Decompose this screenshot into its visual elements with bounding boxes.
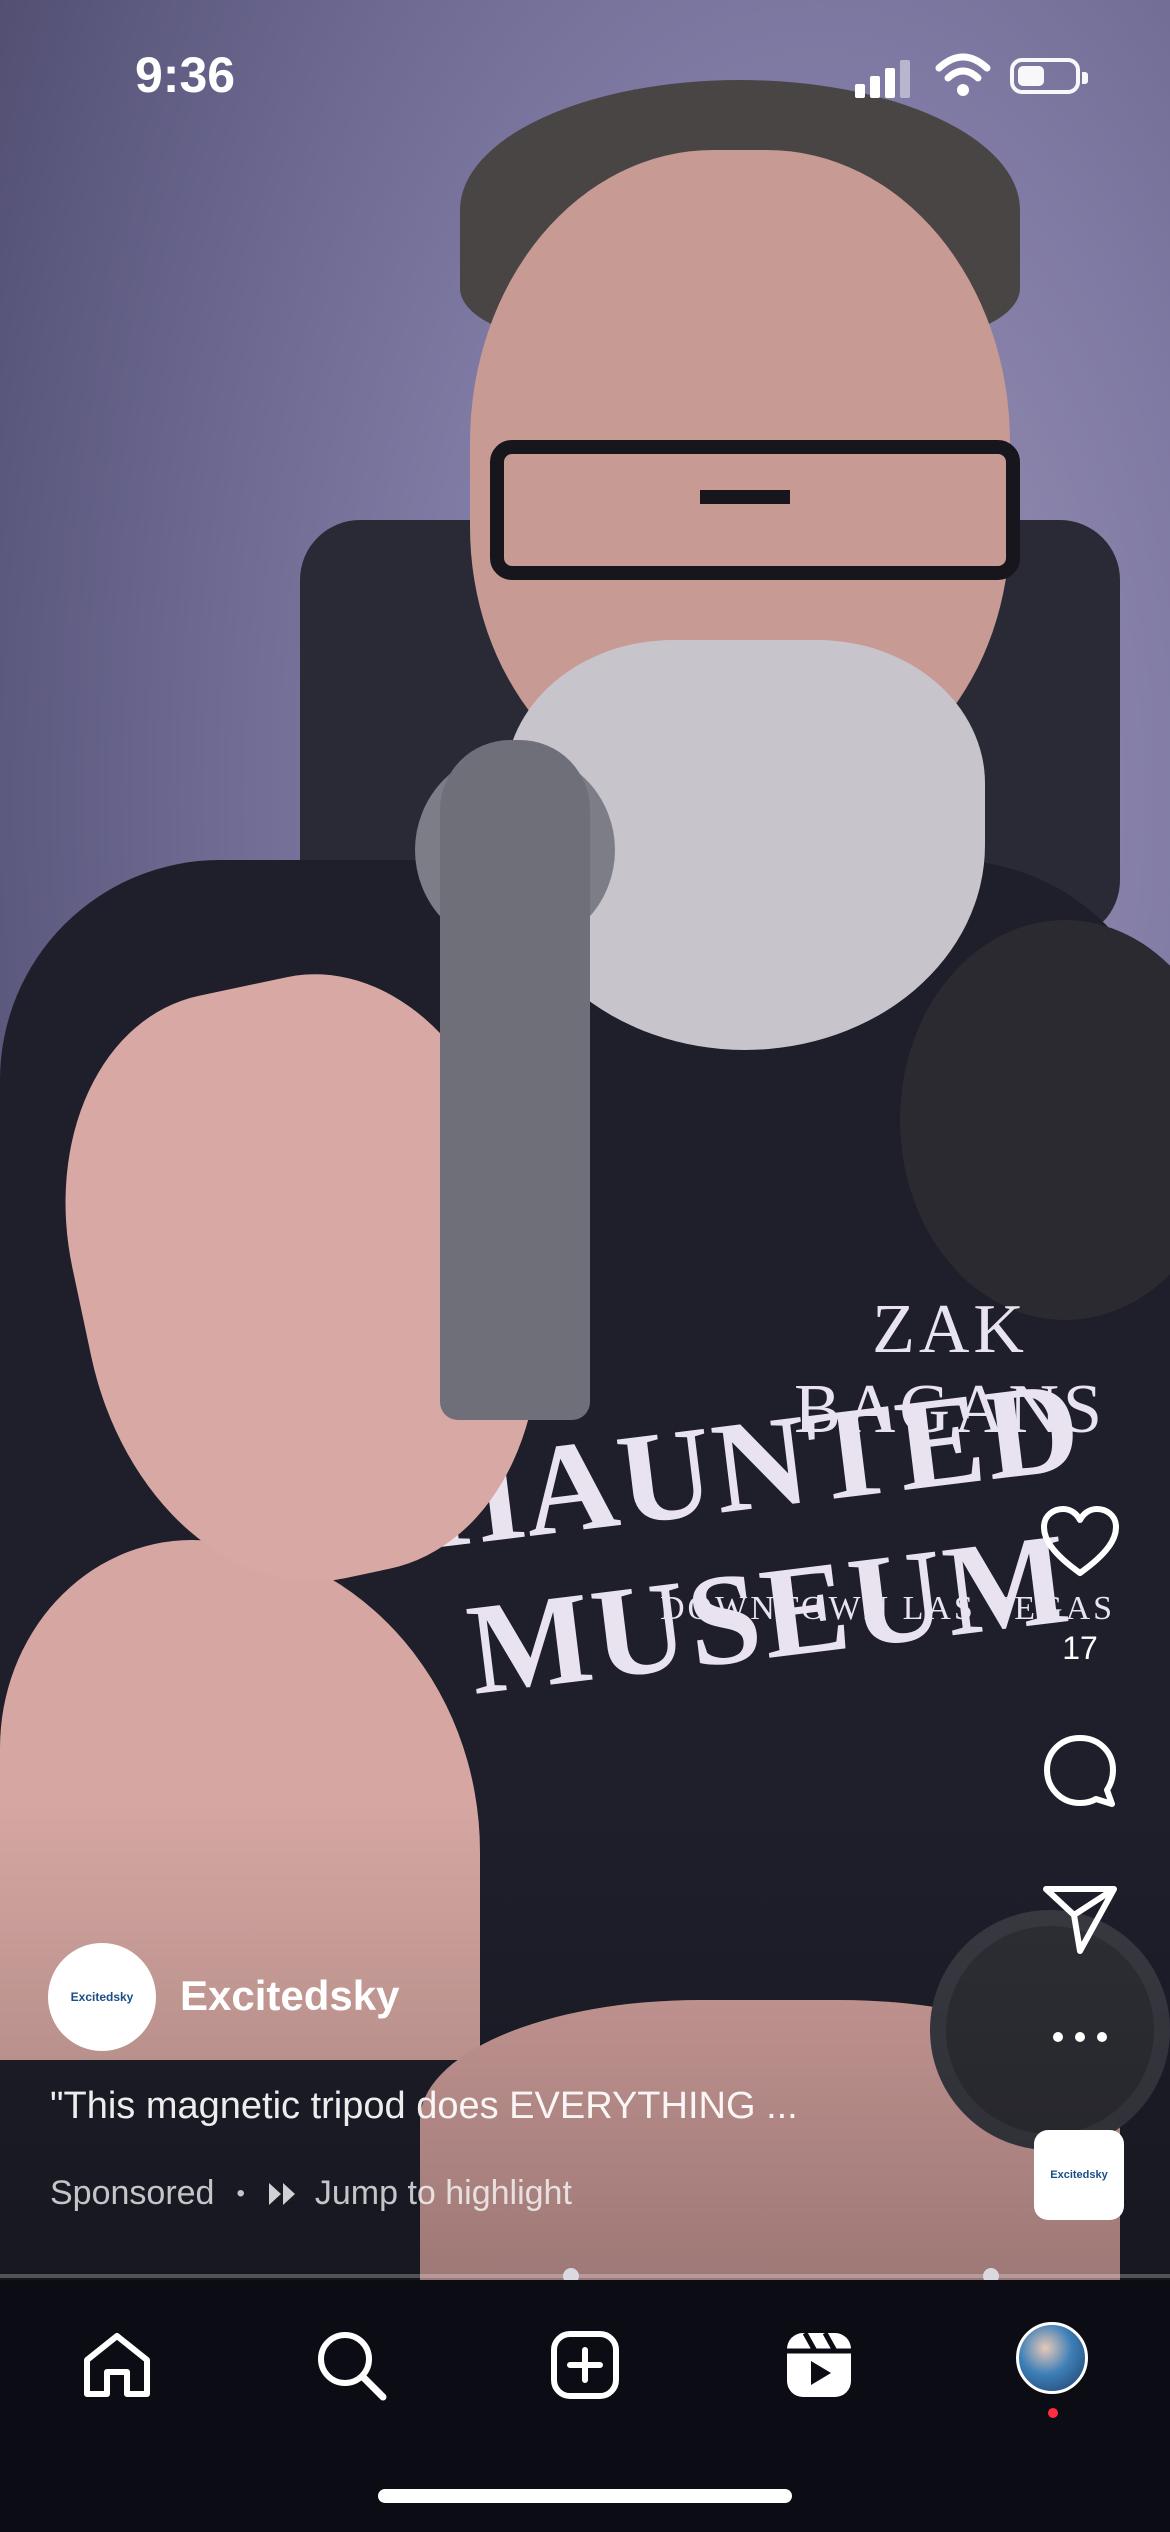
reels-icon (787, 2331, 851, 2397)
battery-icon (1010, 58, 1088, 94)
post-caption[interactable]: "This magnetic tripod does EVERYTHING ..… (50, 2085, 798, 2128)
avatar-logo-text: Excitedsky (70, 1990, 134, 2004)
cellular-signal-icon (855, 58, 915, 98)
share-button[interactable] (1030, 1883, 1130, 1960)
comment-icon (1044, 1735, 1116, 1807)
create-icon (551, 2331, 619, 2399)
tab-create[interactable] (540, 2320, 630, 2410)
comment-button[interactable] (1030, 1733, 1130, 1814)
highlight-icon (268, 2182, 295, 2205)
magnetic-tripod (440, 740, 590, 1420)
heart-icon (1041, 1506, 1119, 1576)
jump-to-highlight-link[interactable]: Jump to highlight (315, 2174, 572, 2213)
product-thumbnail[interactable]: Excitedsky (1034, 2130, 1124, 2220)
home-icon (84, 2333, 150, 2397)
glasses-bridge (700, 490, 790, 504)
tab-profile-avatar[interactable] (1016, 2322, 1088, 2394)
post-meta: Sponsored • Jump to highlight (50, 2174, 572, 2213)
like-button[interactable] (1030, 1505, 1130, 1582)
search-icon (318, 2332, 387, 2401)
more-button[interactable] (1030, 2030, 1130, 2049)
product-thumb-logo-text: Excitedsky (1050, 2169, 1108, 2181)
notification-dot (1048, 2408, 1058, 2418)
status-bar: 9:36 (0, 0, 1170, 150)
share-icon (1043, 1886, 1117, 1954)
sponsored-label: Sponsored (50, 2174, 215, 2212)
author-avatar[interactable]: Excitedsky (48, 1943, 156, 2051)
reel-video[interactable]: ZAK BAGANS HAUNTED MUSEUM DOWNTOWN LAS V… (0, 0, 1170, 2280)
glasses (490, 440, 1020, 580)
tab-search[interactable] (306, 2320, 396, 2410)
wifi-icon (935, 53, 991, 96)
author-name[interactable]: Excitedsky (180, 1972, 399, 2020)
status-time: 9:36 (135, 47, 236, 103)
tab-home[interactable] (72, 2320, 162, 2410)
home-indicator[interactable] (378, 2489, 792, 2503)
shirt-line-3: DOWNTOWN LAS VEGAS (660, 1590, 1116, 1627)
like-count: 17 (1062, 1630, 1098, 1666)
tab-reels[interactable] (774, 2320, 864, 2410)
more-icon (1053, 2032, 1107, 2042)
meta-separator: • (236, 2179, 245, 2207)
